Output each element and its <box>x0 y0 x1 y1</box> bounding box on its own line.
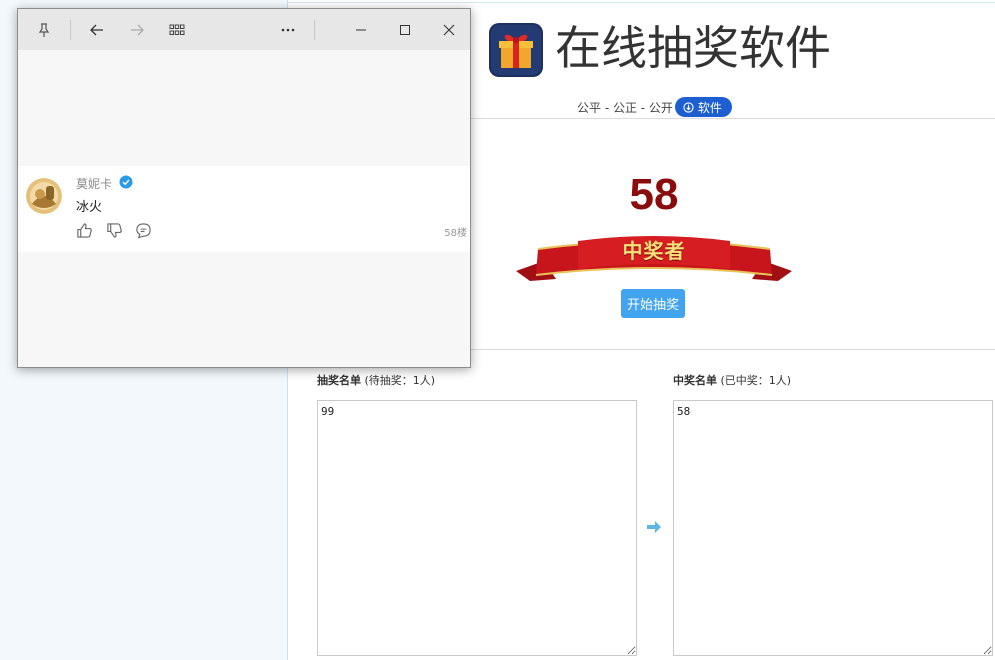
maximize-button[interactable] <box>393 18 417 42</box>
winners-list-textarea[interactable]: 58 <box>673 400 993 656</box>
popup-browser-window: 莫妮卡 冰火 58楼 <box>17 8 471 368</box>
minimize-icon <box>356 29 366 31</box>
minimize-button[interactable] <box>349 18 373 42</box>
pin-button[interactable] <box>32 18 56 42</box>
apps-grid-icon <box>169 24 185 35</box>
comment-card: 莫妮卡 冰火 58楼 <box>18 166 470 252</box>
pin-icon <box>38 23 50 37</box>
winners-list-label: 中奖名单 (已中奖：1人) <box>673 372 791 388</box>
verified-badge-icon <box>119 175 133 189</box>
apps-button[interactable] <box>165 18 189 42</box>
window-titlebar <box>18 9 470 50</box>
maximize-icon <box>400 25 410 35</box>
forward-arrow-icon <box>131 24 144 36</box>
pending-count: (待抽奖：1人) <box>364 374 436 387</box>
more-icon <box>281 28 295 32</box>
reply-bubble-icon[interactable] <box>135 222 152 239</box>
pending-list-textarea[interactable]: 99 <box>317 400 637 656</box>
close-icon <box>443 24 455 36</box>
back-arrow-icon <box>90 24 103 36</box>
titlebar-separator <box>70 20 71 40</box>
back-button[interactable] <box>85 18 109 42</box>
download-icon <box>683 101 694 113</box>
winners-count: (已中奖：1人) <box>720 374 792 387</box>
start-draw-button[interactable]: 开始抽奖 <box>621 289 685 318</box>
subtitle: 公平 - 公正 - 公开 <box>577 100 673 115</box>
software-download-badge[interactable]: 软件 <box>674 97 732 117</box>
thumbs-up-icon[interactable] <box>76 222 93 239</box>
gift-box-logo-icon <box>489 23 543 77</box>
thumbs-down-icon[interactable] <box>106 222 123 239</box>
app-title: 在线抽奖软件 <box>555 21 831 75</box>
top-rule <box>288 2 995 3</box>
close-button[interactable] <box>437 18 461 42</box>
right-arrow-icon[interactable] <box>646 520 662 534</box>
titlebar-separator <box>314 20 315 40</box>
pending-list-title: 抽奖名单 <box>317 374 361 387</box>
winner-ribbon-text: 中奖者 <box>622 239 686 263</box>
badge-label: 软件 <box>697 100 722 115</box>
forward-button[interactable] <box>125 18 149 42</box>
winners-list-title: 中奖名单 <box>673 374 717 387</box>
comment-username[interactable]: 莫妮卡 <box>76 175 112 192</box>
pending-list-label: 抽奖名单 (待抽奖：1人) <box>317 372 435 388</box>
more-button[interactable] <box>276 18 300 42</box>
comment-text: 冰火 <box>76 200 103 215</box>
floor-number: 58楼 <box>444 228 467 239</box>
avatar[interactable] <box>26 178 62 214</box>
subtitle-row: 公平 - 公正 - 公开 软件 <box>577 96 732 118</box>
